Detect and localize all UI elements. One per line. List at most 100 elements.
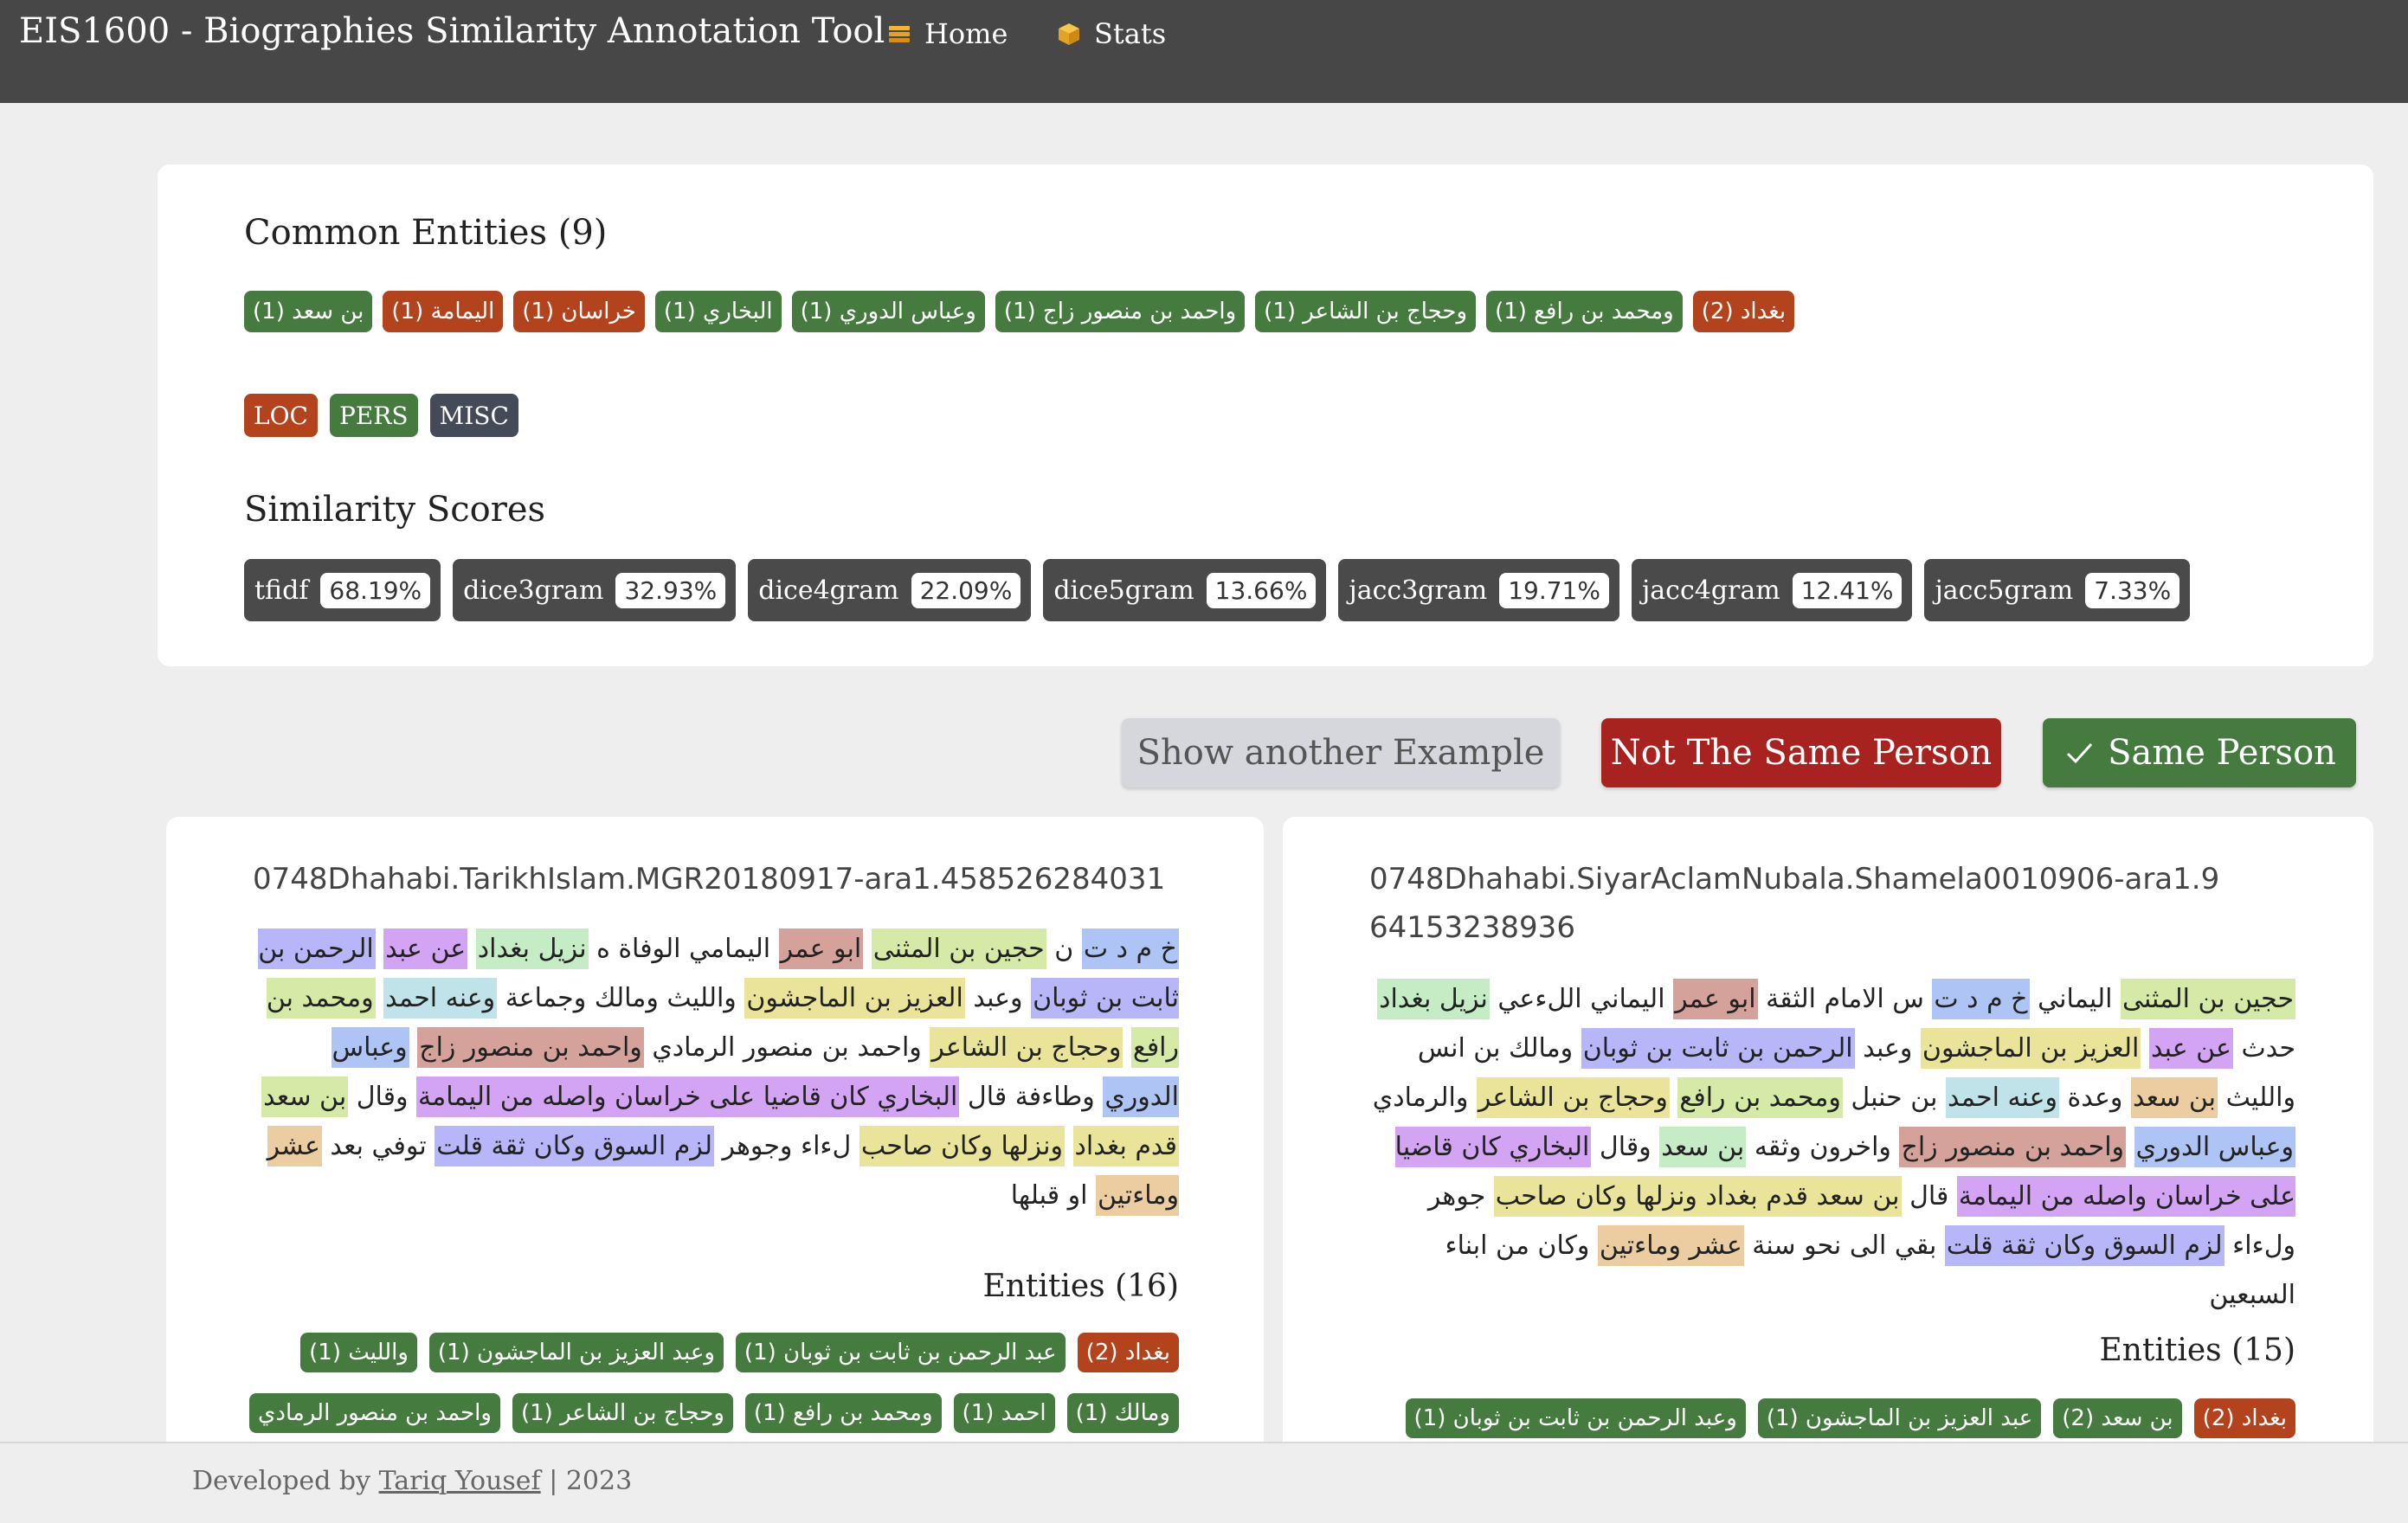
highlighted-entity: واحمد بن منصور زاج <box>1899 1127 2127 1167</box>
left-bio-title: 0748Dhahabi.TarikhIslam.MGR20180917-ara1… <box>253 862 1166 896</box>
right-bio-title-text: 0748Dhahabi.SiyarAclamNubala.Shamela0010… <box>1369 862 2220 945</box>
bio-text-fragment: وعبد <box>1854 1033 1921 1064</box>
bio-text-fragment <box>409 1032 418 1063</box>
entity-badge: وحجاج بن الشاعر (1) <box>512 1393 733 1433</box>
highlighted-entity: الرحمن بن ثابت بن ثوبان <box>1581 1028 1855 1069</box>
highlighted-entity: خ م د ت <box>1081 929 1179 969</box>
bio-text-fragment: بن حنبل <box>1842 1083 1946 1113</box>
common-entities-title: Common Entities (9) <box>244 213 608 253</box>
left-entities-title: Entities (16) <box>982 1269 1179 1304</box>
highlighted-entity: بن سعد قدم بغداد ونزلها وكان صاحب <box>1493 1176 1902 1217</box>
highlighted-entity: ومحمد بن رافع <box>1677 1077 1843 1118</box>
nav-stats-link[interactable]: Stats <box>1056 12 1166 55</box>
similarity-scores-list: tfidf 68.19% dice3gram 32.93% dice4gram 22.09… <box>244 559 2191 621</box>
score-value: 68.19% <box>320 572 431 608</box>
author-link[interactable]: Tariq Yousef <box>379 1466 541 1496</box>
highlighted-entity: خ م د ت <box>1932 979 2030 1019</box>
entity-badge: احمد (1) <box>953 1393 1055 1433</box>
right-biography-card: 0748Dhahabi.SiyarAclamNubala.Shamela0010… <box>1283 817 2373 1475</box>
bio-text-fragment: والليث ومالك وجماعة <box>497 983 745 1013</box>
highlighted-entity: العزيز بن الماجشون <box>744 978 965 1019</box>
footer-prefix: Developed by <box>192 1466 371 1496</box>
highlighted-entity: نزيل بغداد <box>475 929 589 969</box>
bio-text-fragment: او قبلها <box>1010 1180 1096 1211</box>
footer: Developed by Tariq Yousef | 2023 <box>0 1442 2408 1523</box>
entity-badge: وعبد الرحمن بن ثابت بن ثوبان (1) <box>1405 1398 1746 1438</box>
not-same-person-button[interactable]: Not The Same Person <box>1601 718 2001 787</box>
common-entity-badge: واحمد بن منصور زاج (1) <box>995 291 1246 332</box>
bio-text-fragment: وطاءفة قال <box>959 1082 1104 1112</box>
app-title[interactable]: EIS1600 - Biographies Similarity Annotat… <box>19 5 885 57</box>
bio-text-fragment: وعدة <box>2059 1083 2131 1113</box>
right-entities-row: بغداد (2) بن سعد (2) عبد العزيز بن الماجشو… <box>1405 1398 2295 1438</box>
score-badge-dice5gram: dice5gram 13.66% <box>1043 559 1327 621</box>
score-value: 13.66% <box>1206 572 1317 608</box>
score-name: jacc3gram <box>1349 575 1488 606</box>
box-icon <box>1059 23 1079 45</box>
common-entity-badge: البخاري (1) <box>654 291 782 332</box>
bio-text-fragment: وقال <box>348 1082 417 1112</box>
bio-text-fragment: اليماني <box>2029 984 2121 1014</box>
legend-misc: MISC <box>429 394 518 437</box>
not-same-label: Not The Same Person <box>1610 733 1993 773</box>
entity-badge: واحمد بن منصور الرمادي <box>249 1393 500 1433</box>
entity-badge: بغداد (2) <box>1077 1333 1179 1372</box>
bio-text-fragment <box>1123 1032 1131 1063</box>
show-another-example-button[interactable]: Show another Example <box>1122 718 1560 787</box>
navbar: EIS1600 - Biographies Similarity Annotat… <box>0 0 2408 103</box>
score-name: jacc4gram <box>1641 575 1780 606</box>
score-badge-tfidf: tfidf 68.19% <box>244 559 441 621</box>
common-entity-badge: اليمامة (1) <box>383 291 504 332</box>
bio-text-fragment: بقي الى نحو سنة <box>1743 1231 1945 1261</box>
left-entities-row: ومالك (1) احمد (1) ومحمد بن رافع (1) وحجاج … <box>249 1393 1179 1433</box>
bio-text-fragment <box>1670 1083 1678 1113</box>
right-bio-title: 0748Dhahabi.SiyarAclamNubala.Shamela0010… <box>1369 855 2235 952</box>
score-value: 19.71% <box>1499 572 1609 608</box>
legend-pers: PERS <box>329 394 418 437</box>
left-bio-text: خ م د ت ن حجين بن المثنى ابو عمر اليمامي… <box>253 924 1179 1220</box>
common-entity-badge: خراسان (1) <box>513 291 645 332</box>
highlighted-entity: وعنه احمد <box>1945 1077 2060 1118</box>
bio-text-fragment: واخرون وثقه <box>1746 1132 1900 1162</box>
highlighted-entity: وحجاج بن الشاعر <box>1476 1077 1670 1118</box>
common-entity-badge: وحجاج بن الشاعر (1) <box>1255 291 1477 332</box>
bio-text-fragment: قال <box>1901 1181 1957 1211</box>
common-entity-badge: وعباس الدوري (1) <box>791 291 985 332</box>
show-another-label: Show another Example <box>1136 733 1545 773</box>
score-value: 32.93% <box>615 572 726 608</box>
right-entities-title: Entities (15) <box>2099 1333 2295 1368</box>
score-badge-dice3gram: dice3gram 32.93% <box>453 559 737 621</box>
highlighted-entity: حجين بن المثنى <box>871 929 1046 969</box>
bio-text-fragment: ن <box>1046 934 1082 964</box>
entity-badge: بغداد (2) <box>2193 1398 2295 1438</box>
highlighted-entity: عن عبد <box>383 929 468 969</box>
entity-badge: عبد العزيز بن الماجشون (1) <box>1757 1398 2042 1438</box>
bio-text-fragment: توفي بعد <box>321 1131 435 1161</box>
score-value: 12.41% <box>1792 572 1903 608</box>
nav-home-link[interactable]: Home <box>886 12 1008 55</box>
score-name: dice3gram <box>463 575 604 606</box>
highlighted-entity: وحجاج بن الشاعر <box>930 1027 1124 1068</box>
highlighted-entity: البخاري كان قاضيا على خراسان واصله من ال… <box>416 1076 960 1117</box>
bio-text-fragment: اليماني اللءعي <box>1489 984 1674 1014</box>
score-value: 22.09% <box>911 572 1021 608</box>
bio-text-fragment <box>2126 1132 2134 1162</box>
highlighted-entity: ونزلها وكان صاحب <box>859 1126 1065 1166</box>
stack-icon <box>889 26 910 42</box>
score-badge-dice4gram: dice4gram 22.09% <box>748 559 1032 621</box>
same-person-button[interactable]: Same Person <box>2043 718 2356 787</box>
entity-badge: عبد الرحمن بن ثابت بن ثوبان (1) <box>735 1333 1066 1372</box>
entity-legend: LOC PERS MISC <box>244 394 518 437</box>
score-badge-jacc4gram: jacc4gram 12.41% <box>1631 559 1913 621</box>
similarity-scores-title: Similarity Scores <box>244 490 546 530</box>
bio-text-fragment <box>376 983 384 1013</box>
bio-text-fragment: واحمد بن منصور الرمادي <box>643 1032 930 1063</box>
left-entities-row: بغداد (2) عبد الرحمن بن ثابت بن ثوبان (1)… <box>300 1333 1179 1372</box>
score-name: dice5gram <box>1053 575 1194 606</box>
highlighted-entity: نزيل بغداد <box>1377 979 1490 1019</box>
bio-text-fragment: وقال <box>1591 1132 1660 1162</box>
common-entity-badge: بن سعد (1) <box>244 291 373 332</box>
entity-badge: وعبد العزيز بن الماجشون (1) <box>428 1333 724 1372</box>
summary-card: Common Entities (9) بغداد (2) ومحمد بن را… <box>158 164 2373 666</box>
bio-text-fragment: وعبد <box>964 983 1032 1013</box>
